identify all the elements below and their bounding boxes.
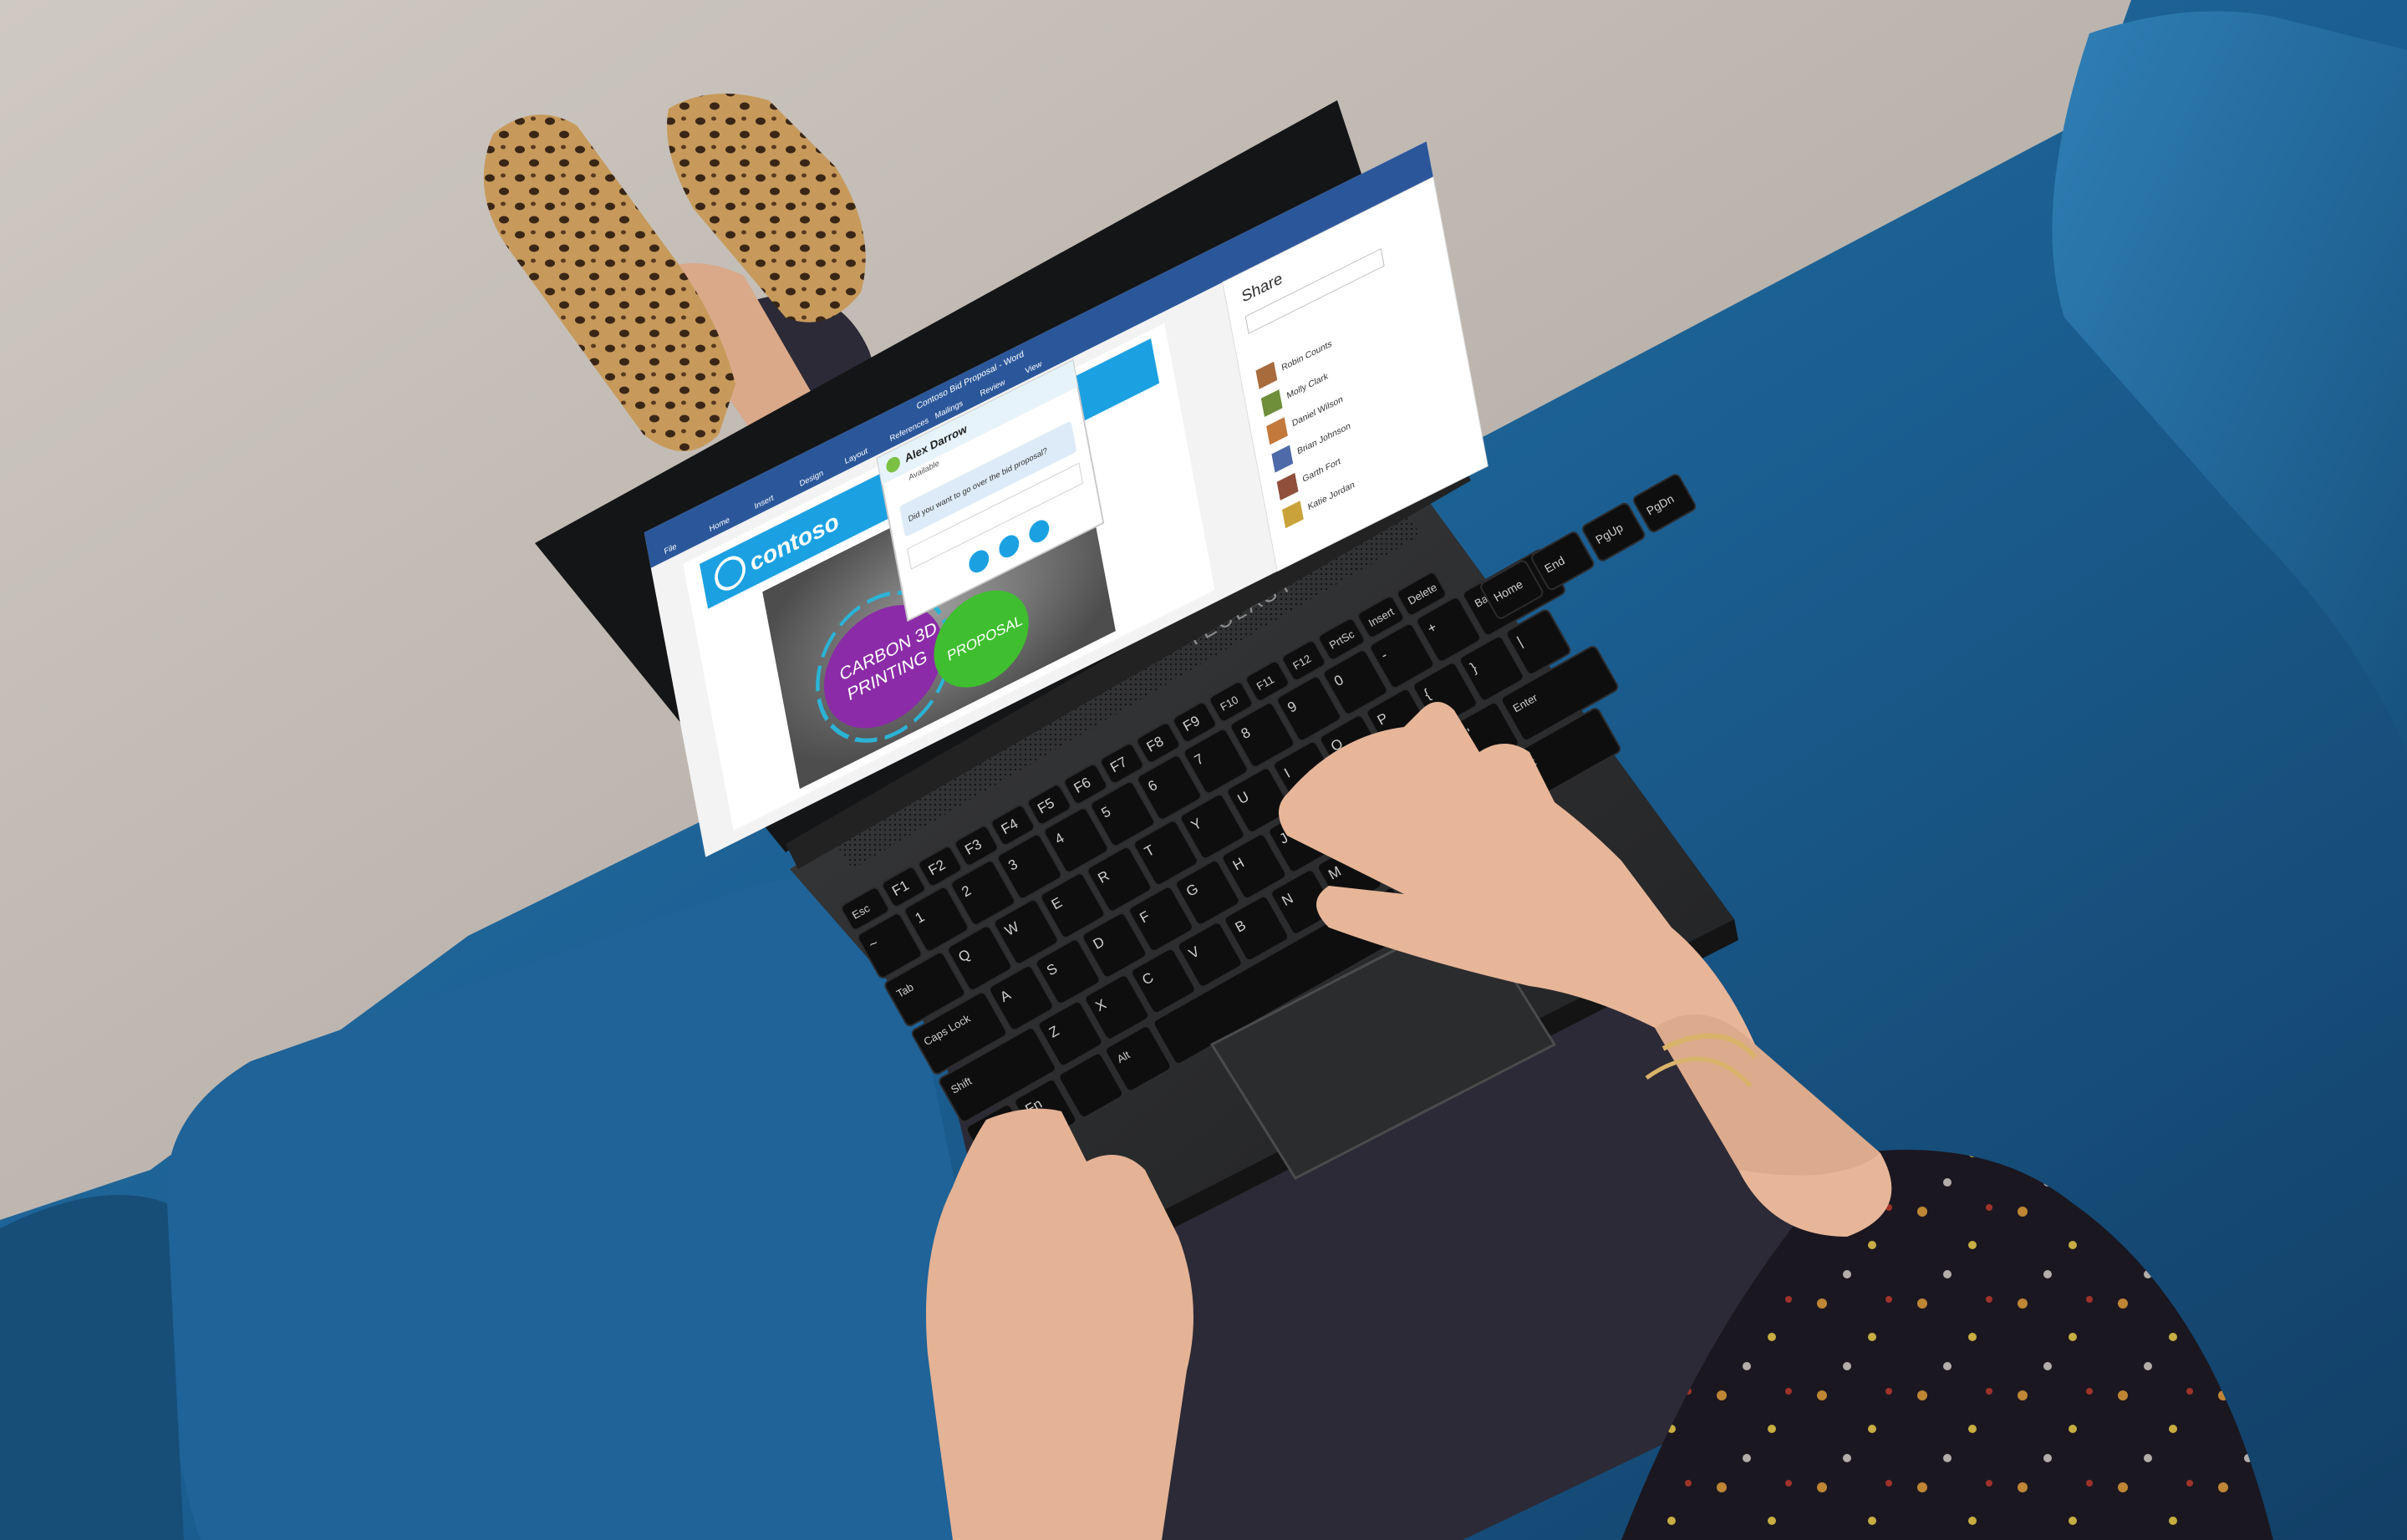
photo-scene: TECLAST EscF1F2F3F4F5F6F7F8F9F10F11F12Pr…	[0, 0, 2407, 1540]
sofa-arm-left	[0, 1195, 184, 1540]
